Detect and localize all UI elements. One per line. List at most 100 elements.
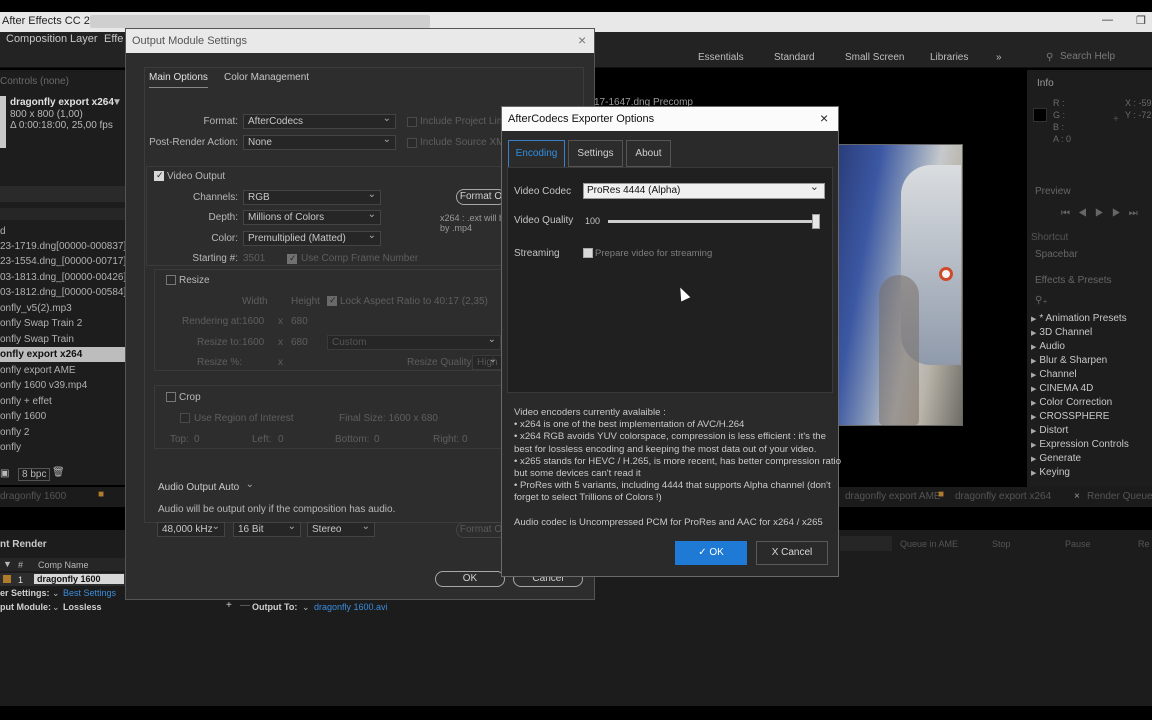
effect-category[interactable]: Distort xyxy=(1031,425,1068,436)
effect-category[interactable]: Keying xyxy=(1031,467,1070,478)
streaming-checkbox[interactable] xyxy=(583,248,593,258)
resize-to-width[interactable]: 1600 xyxy=(242,337,264,348)
render-settings-value[interactable]: Best Settings xyxy=(63,588,116,598)
list-item[interactable]: 03-1813.dng_[00000-00426].jpg xyxy=(0,270,125,285)
effect-category[interactable]: Blur & Sharpen xyxy=(1031,355,1107,366)
format-select[interactable]: AfterCodecs xyxy=(243,114,396,129)
effects-search-icon[interactable]: ⚲₊ xyxy=(1035,295,1048,306)
render-settings-chevron-icon[interactable]: ⌄ xyxy=(52,588,60,599)
audio-output-select[interactable]: Audio Output Auto xyxy=(154,481,258,496)
effect-category[interactable]: CINEMA 4D xyxy=(1031,383,1093,394)
output-module-value[interactable]: Lossless xyxy=(63,602,102,612)
list-item[interactable]: onfly 1600 v39.mp4 xyxy=(0,378,125,393)
pause-button[interactable]: Pause xyxy=(1065,539,1091,549)
channels-select[interactable]: RGB xyxy=(243,190,381,205)
workspace-essentials[interactable]: Essentials xyxy=(698,52,744,63)
workspace-libraries[interactable]: Libraries xyxy=(930,52,968,63)
project-search-bar[interactable] xyxy=(0,186,125,202)
crop-left-value[interactable]: 0 xyxy=(278,434,284,445)
depth-select[interactable]: Millions of Colors xyxy=(243,210,381,225)
close-icon[interactable]: × xyxy=(578,32,586,48)
flowchart-icon[interactable]: ▣ xyxy=(0,468,9,479)
close-tab-icon[interactable]: × xyxy=(1074,491,1080,502)
tab-about[interactable]: About xyxy=(626,140,671,167)
output-to-value[interactable]: dragonfly 1600.avi xyxy=(314,602,388,612)
tab-main-options[interactable]: Main Options xyxy=(149,72,208,88)
list-item[interactable]: onfly 1600 xyxy=(0,409,125,424)
ok-button[interactable]: ✓ OK xyxy=(675,541,747,565)
lock-aspect-checkbox[interactable] xyxy=(327,295,337,306)
tab-encoding[interactable]: Encoding xyxy=(508,140,565,167)
resize-checkbox[interactable] xyxy=(166,275,176,285)
search-icon[interactable]: ⚲ xyxy=(1046,52,1053,63)
restore-icon[interactable]: ❐ xyxy=(1136,14,1146,27)
include-source-xmp-checkbox[interactable] xyxy=(407,138,417,148)
menu-layer[interactable]: Layer xyxy=(70,33,98,45)
list-item[interactable]: onfly export AME xyxy=(0,363,125,378)
workspace-small-screen[interactable]: Small Screen xyxy=(845,52,904,63)
list-item[interactable]: onfly Swap Train 2 xyxy=(0,316,125,331)
effect-category[interactable]: Color Correction xyxy=(1031,397,1112,408)
list-item[interactable]: d xyxy=(0,224,125,239)
video-output-checkbox[interactable] xyxy=(154,170,164,181)
crop-top-value[interactable]: 0 xyxy=(194,434,200,445)
effect-category[interactable]: Channel xyxy=(1031,369,1076,380)
more-workspaces-icon[interactable]: » xyxy=(996,52,1002,63)
sample-rate-select[interactable]: 48,000 kHz xyxy=(157,522,225,537)
menu-effect[interactable]: Effe xyxy=(104,33,123,45)
tab-settings[interactable]: Settings xyxy=(568,140,623,167)
tab-color-management[interactable]: Color Management xyxy=(224,72,309,83)
output-to-chevron-icon[interactable]: ⌄ xyxy=(302,602,310,613)
list-item[interactable]: 23-1719.dng[00000-000837].jp xyxy=(0,239,125,254)
audio-format-options-button[interactable]: Format O xyxy=(456,522,506,538)
effect-category[interactable]: Expression Controls xyxy=(1031,439,1128,450)
shortcut-value[interactable]: Spacebar xyxy=(1035,249,1078,260)
effect-category[interactable]: * Animation Presets xyxy=(1031,313,1126,324)
list-item[interactable]: 23-1554.dng_[00000-00717].jp xyxy=(0,254,125,269)
tab-render-queue[interactable]: Render Queue xyxy=(1087,491,1152,502)
render-button[interactable]: Re xyxy=(1138,539,1150,549)
output-module-chevron-icon[interactable]: ⌄ xyxy=(52,602,60,613)
tab-dragonfly-export-ame[interactable]: dragonfly export AME xyxy=(845,491,941,502)
resize-to-height[interactable]: 680 xyxy=(291,337,308,348)
effect-category[interactable]: Generate xyxy=(1031,453,1081,464)
use-roi-checkbox[interactable] xyxy=(180,413,190,423)
post-render-select[interactable]: None xyxy=(243,135,396,150)
list-item[interactable]: onfly + effet xyxy=(0,394,125,409)
list-item[interactable]: onfly 2 xyxy=(0,425,125,440)
list-item[interactable]: onfly_v5(2).mp3 xyxy=(0,301,125,316)
effect-category[interactable]: Audio xyxy=(1031,341,1065,352)
color-select[interactable]: Premultiplied (Matted) xyxy=(243,231,381,246)
search-help-input[interactable]: Search Help xyxy=(1060,51,1115,62)
effect-category[interactable]: CROSSPHERE xyxy=(1031,411,1109,422)
list-item-selected[interactable]: onfly export x264 xyxy=(0,347,125,362)
menu-composition[interactable]: Composition xyxy=(6,33,67,45)
close-icon[interactable]: × xyxy=(820,110,828,126)
video-quality-slider-thumb[interactable] xyxy=(812,214,820,229)
resize-preset-select[interactable]: Custom xyxy=(327,335,501,350)
queue-in-ame-button[interactable]: Queue in AME xyxy=(900,539,958,549)
crop-right-value[interactable]: 0 xyxy=(462,434,468,445)
comp-dropdown-icon[interactable]: ▼ xyxy=(112,97,122,108)
effect-category[interactable]: 3D Channel xyxy=(1031,327,1092,338)
tab-dragonfly-1600[interactable]: dragonfly 1600 xyxy=(0,491,66,502)
include-project-link-checkbox[interactable] xyxy=(407,117,417,127)
remove-output-icon[interactable]: — xyxy=(240,600,250,611)
stop-button[interactable]: Stop xyxy=(992,539,1011,549)
cancel-button[interactable]: X Cancel xyxy=(756,541,828,565)
video-codec-select[interactable]: ProRes 4444 (Alpha) xyxy=(583,180,825,199)
tab-dragonfly-export-x264[interactable]: dragonfly export x264 xyxy=(955,491,1051,502)
bpc-button[interactable]: 8 bpc xyxy=(18,468,51,481)
add-output-icon[interactable]: + xyxy=(226,600,232,611)
use-comp-frame-checkbox[interactable] xyxy=(287,253,297,264)
trash-icon[interactable]: 🗑 xyxy=(52,467,65,478)
workspace-standard[interactable]: Standard xyxy=(774,52,815,63)
bit-depth-select[interactable]: 16 Bit xyxy=(233,522,301,537)
list-item[interactable]: onfly xyxy=(0,440,125,455)
ok-button[interactable]: OK xyxy=(435,571,505,587)
resize-quality-select[interactable]: High xyxy=(472,355,502,370)
row-comp-name[interactable]: dragonfly 1600 xyxy=(34,574,124,584)
crop-checkbox[interactable] xyxy=(166,392,176,402)
format-options-button[interactable]: Format O xyxy=(456,189,506,205)
audio-channels-select[interactable]: Stereo xyxy=(307,522,375,537)
